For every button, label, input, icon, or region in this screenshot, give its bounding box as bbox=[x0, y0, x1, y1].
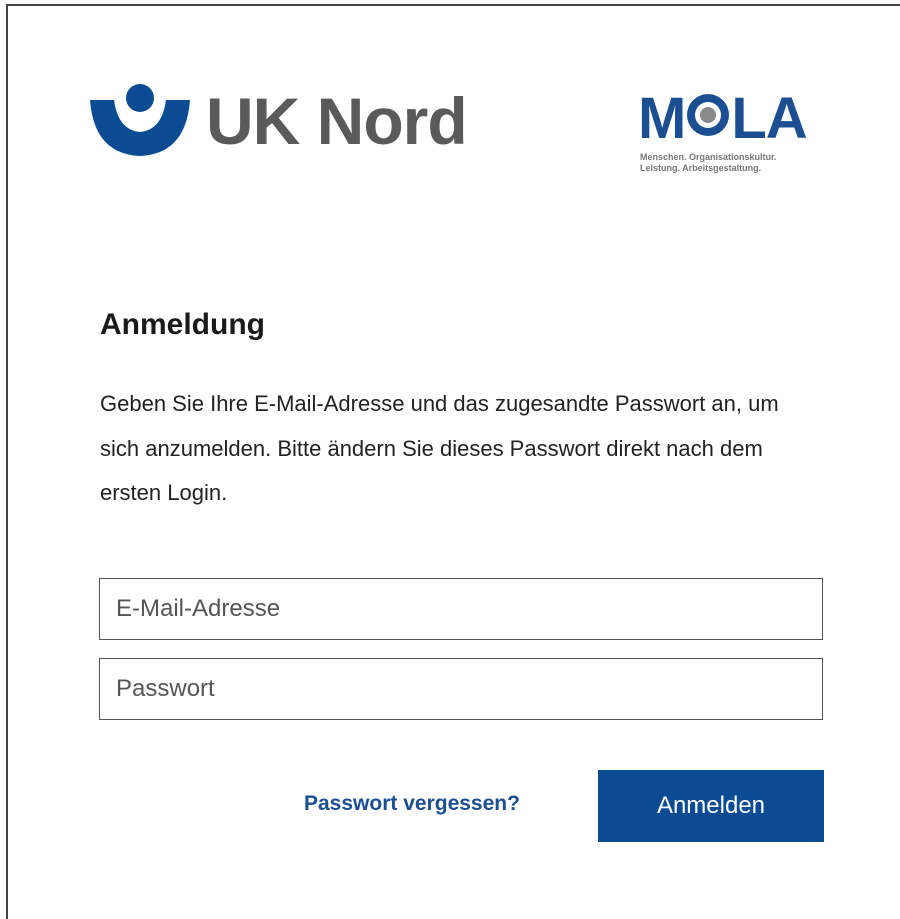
password-field[interactable] bbox=[99, 658, 823, 720]
mola-tagline-line2: Leistung. Arbeitsgestaltung. bbox=[640, 163, 762, 173]
mola-letter-m: M bbox=[638, 86, 686, 151]
login-instructions: Geben Sie Ihre E-Mail-Adresse und das zu… bbox=[100, 391, 779, 505]
forgot-password-link[interactable]: Passwort vergessen? bbox=[304, 792, 520, 816]
uk-nord-emblem-icon bbox=[90, 84, 190, 156]
mola-o-pin-icon bbox=[683, 90, 733, 146]
login-button[interactable]: Anmelden bbox=[598, 770, 824, 842]
email-field[interactable] bbox=[99, 578, 823, 640]
mola-wordmark: M LA bbox=[638, 90, 808, 148]
mola-tagline: Menschen. Organisationskultur. Leistung.… bbox=[640, 152, 777, 174]
mola-tagline-line1: Menschen. Organisationskultur. bbox=[640, 152, 777, 162]
uk-nord-wordmark: UK Nord bbox=[206, 84, 468, 158]
mola-logo: M LA Menschen. Organisationskultur. Leis… bbox=[638, 90, 828, 190]
mola-letters-la: LA bbox=[731, 86, 807, 151]
uk-nord-logo: UK Nord bbox=[88, 84, 468, 164]
page-title: Anmeldung bbox=[100, 308, 265, 341]
